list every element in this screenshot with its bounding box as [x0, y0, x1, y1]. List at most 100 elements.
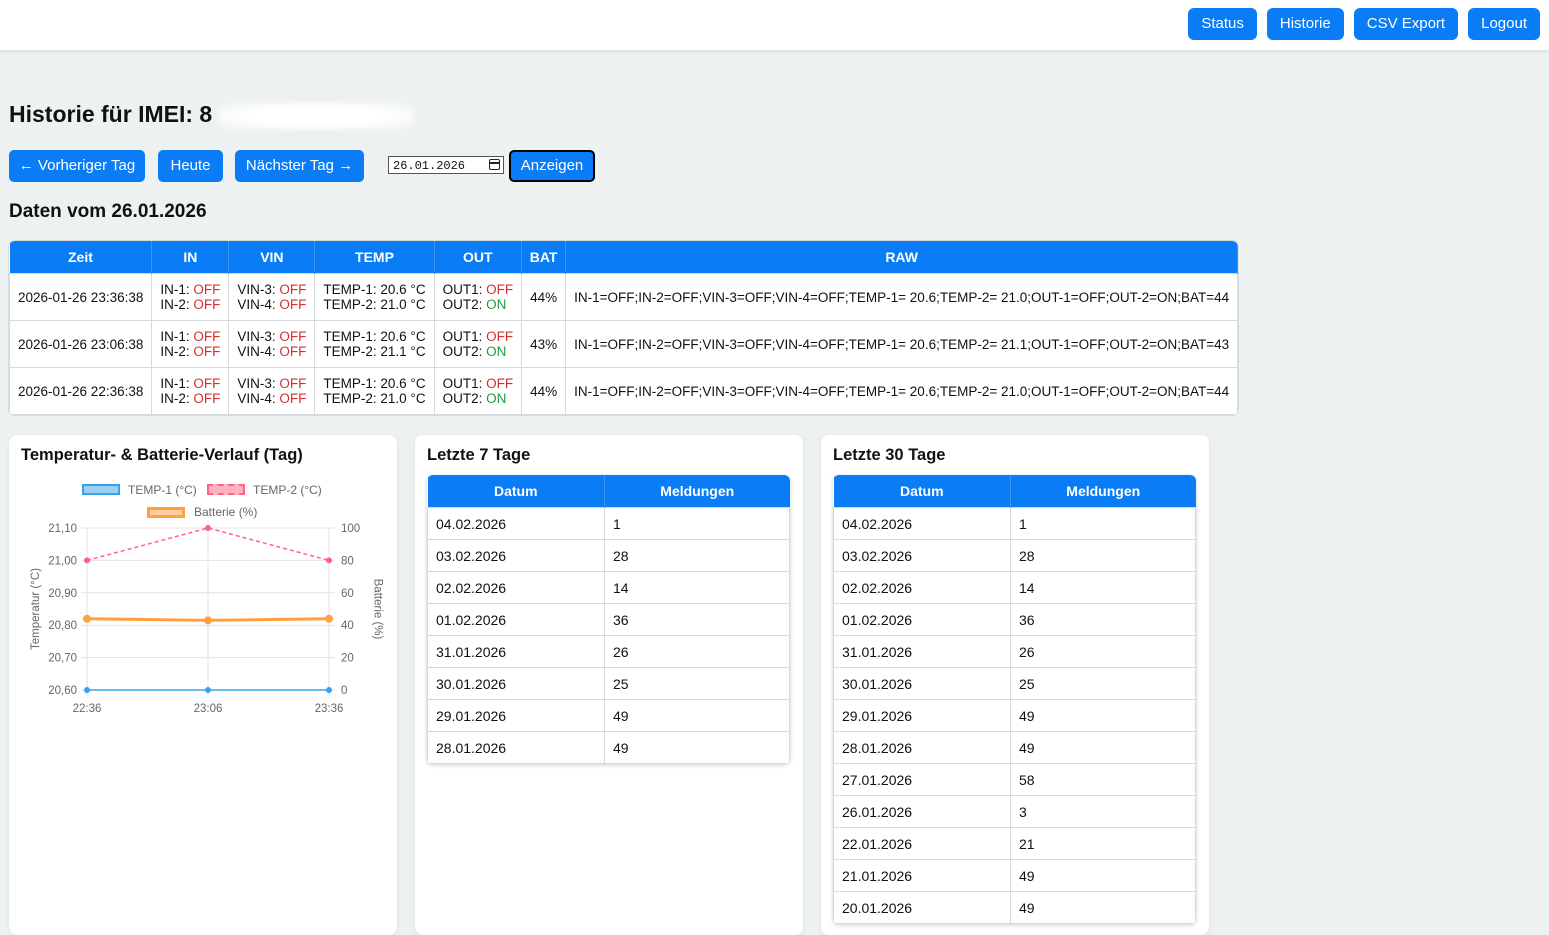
cell-in-label1: IN-1:	[160, 376, 194, 391]
date-input[interactable]: 26.01.2026	[388, 156, 504, 174]
y2-tick-label: 100	[341, 523, 360, 535]
x-tick-label: 23:06	[194, 703, 223, 715]
week-cell-datum: 01.02.2026	[427, 603, 605, 636]
cell-in-line2: IN-2: OFF	[160, 391, 220, 406]
cell-temp: TEMP-1: 20.6 °C TEMP-2: 21.1 °C	[314, 320, 435, 368]
cell-vin-line2: VIN-4: OFF	[237, 391, 306, 406]
month-row: 27.01.2026 58	[833, 763, 1196, 796]
cell-out: OUT1: OFF OUT2: ON	[433, 320, 523, 368]
month-row: 31.01.2026 26	[833, 635, 1196, 668]
cell-zeit: 2026-01-26 23:36:38	[9, 273, 153, 321]
month-card: Letzte 30 Tage Datum Meldungen 04.02.202…	[821, 435, 1209, 935]
month-row: 03.02.2026 28	[833, 539, 1196, 572]
month-row: 20.01.2026 49	[833, 891, 1196, 924]
cell-temp-line1: TEMP-1: 20.6 °C	[323, 329, 426, 344]
cell-vin-label2: VIN-4:	[237, 344, 280, 359]
nav-csv-export-button[interactable]: CSV Export	[1353, 8, 1459, 40]
week-row: 01.02.2026 36	[427, 603, 790, 636]
cell-out-line1: OUT1: OFF	[443, 376, 514, 391]
column-header-zeit: Zeit	[9, 241, 153, 274]
cell-vin-label1: VIN-3:	[237, 376, 280, 391]
week-row: 30.01.2026 25	[427, 667, 790, 700]
month-cell-datum: 01.02.2026	[833, 603, 1011, 636]
cell-in-line1: IN-1: OFF	[160, 329, 220, 344]
cell-in-value1: OFF	[193, 376, 221, 391]
x-tick-label: 23:36	[315, 703, 344, 715]
cell-vin: VIN-3: OFF VIN-4: OFF	[228, 320, 316, 368]
cell-vin-label1: VIN-3:	[237, 282, 280, 297]
y2-axis-label: Batterie (%)	[371, 578, 384, 640]
cell-bat: 44%	[521, 273, 567, 321]
cell-zeit: 2026-01-26 22:36:38	[9, 367, 153, 415]
cell-out-value2: ON	[486, 344, 507, 359]
calendar-icon[interactable]	[489, 159, 500, 170]
series-point-2	[83, 614, 91, 623]
cell-temp-line1: TEMP-1: 20.6 °C	[323, 376, 426, 391]
y2-tick-label: 40	[341, 620, 354, 632]
cell-raw: IN-1=OFF;IN-2=OFF;VIN-3=OFF;VIN-4=OFF;TE…	[565, 320, 1239, 368]
cell-vin-label1: VIN-3:	[237, 329, 280, 344]
month-row: 26.01.2026 3	[833, 795, 1196, 828]
cell-temp: TEMP-1: 20.6 °C TEMP-2: 21.0 °C	[314, 273, 435, 321]
cell-out: OUT1: OFF OUT2: ON	[433, 367, 523, 415]
show-button[interactable]: Anzeigen	[509, 150, 595, 182]
week-row: 29.01.2026 49	[427, 699, 790, 732]
cell-temp-line2: TEMP-2: 21.1 °C	[323, 344, 426, 359]
week-cell-datum: 28.01.2026	[427, 731, 605, 764]
y2-tick-label: 80	[341, 555, 354, 567]
series-point-0	[205, 687, 211, 693]
cell-out-label1: OUT1:	[442, 329, 487, 344]
cell-out-line2: OUT2: ON	[443, 344, 514, 359]
cell-in-label2: IN-2:	[160, 297, 194, 312]
month-header-row: Datum Meldungen	[833, 475, 1196, 508]
month-cell-meldungen: 26	[1010, 635, 1196, 668]
week-cell-meldungen: 49	[604, 699, 790, 732]
cell-vin-value2: OFF	[279, 344, 307, 359]
week-cell-datum: 29.01.2026	[427, 699, 605, 732]
page-title-text: Historie für IMEI: 8	[9, 101, 213, 127]
series-point-2	[325, 614, 333, 623]
cell-out-line1: OUT1: OFF	[443, 329, 514, 344]
next-day-button[interactable]: Nächster Tag →	[235, 150, 364, 182]
column-header-vin: VIN	[228, 241, 316, 274]
nav-status-button[interactable]: Status	[1188, 8, 1257, 40]
month-cell-meldungen: 49	[1010, 731, 1196, 764]
column-header-temp: TEMP	[314, 241, 435, 274]
cell-in-value1: OFF	[193, 329, 221, 344]
week-header-datum: Datum	[427, 475, 605, 508]
cell-in-value2: OFF	[193, 297, 221, 312]
cell-in-line1: IN-1: OFF	[160, 376, 220, 391]
cell-bat: 43%	[521, 320, 567, 368]
month-cell-datum: 21.01.2026	[833, 859, 1011, 892]
month-cell-meldungen: 14	[1010, 571, 1196, 604]
date-input-value: 26.01.2026	[393, 159, 466, 173]
cell-out-label1: OUT1:	[442, 282, 487, 297]
week-cell-meldungen: 14	[604, 571, 790, 604]
week-row: 28.01.2026 49	[427, 731, 790, 764]
week-cell-meldungen: 26	[604, 635, 790, 668]
week-cell-datum: 02.02.2026	[427, 571, 605, 604]
series-point-0	[84, 687, 90, 693]
previous-day-button[interactable]: ← Vorheriger Tag	[9, 150, 145, 182]
y-tick-label: 20,80	[48, 620, 77, 632]
month-cell-meldungen: 58	[1010, 763, 1196, 796]
nav-logout-button[interactable]: Logout	[1468, 8, 1540, 40]
cell-out-line2: OUT2: ON	[443, 297, 514, 312]
month-cell-meldungen: 28	[1010, 539, 1196, 572]
cell-temp-line2: TEMP-2: 21.0 °C	[323, 391, 426, 406]
nav-historie-button[interactable]: Historie	[1266, 8, 1344, 40]
x-tick-label: 22:36	[73, 703, 102, 715]
today-button[interactable]: Heute	[158, 150, 223, 182]
nav-bar: Status Historie CSV Export Logout	[1188, 8, 1540, 40]
cell-vin-line1: VIN-3: OFF	[237, 329, 306, 344]
week-cell-meldungen: 25	[604, 667, 790, 700]
cell-vin-line1: VIN-3: OFF	[237, 282, 306, 297]
cell-vin-value2: OFF	[279, 391, 307, 406]
y2-tick-label: 0	[341, 685, 347, 697]
month-cell-datum: 20.01.2026	[833, 891, 1011, 924]
cell-vin-value2: OFF	[279, 297, 307, 312]
week-card: Letzte 7 Tage Datum Meldungen 04.02.2026…	[415, 435, 803, 935]
month-row: 04.02.2026 1	[833, 507, 1196, 540]
week-header-row: Datum Meldungen	[427, 475, 790, 508]
series-point-1	[205, 525, 211, 531]
